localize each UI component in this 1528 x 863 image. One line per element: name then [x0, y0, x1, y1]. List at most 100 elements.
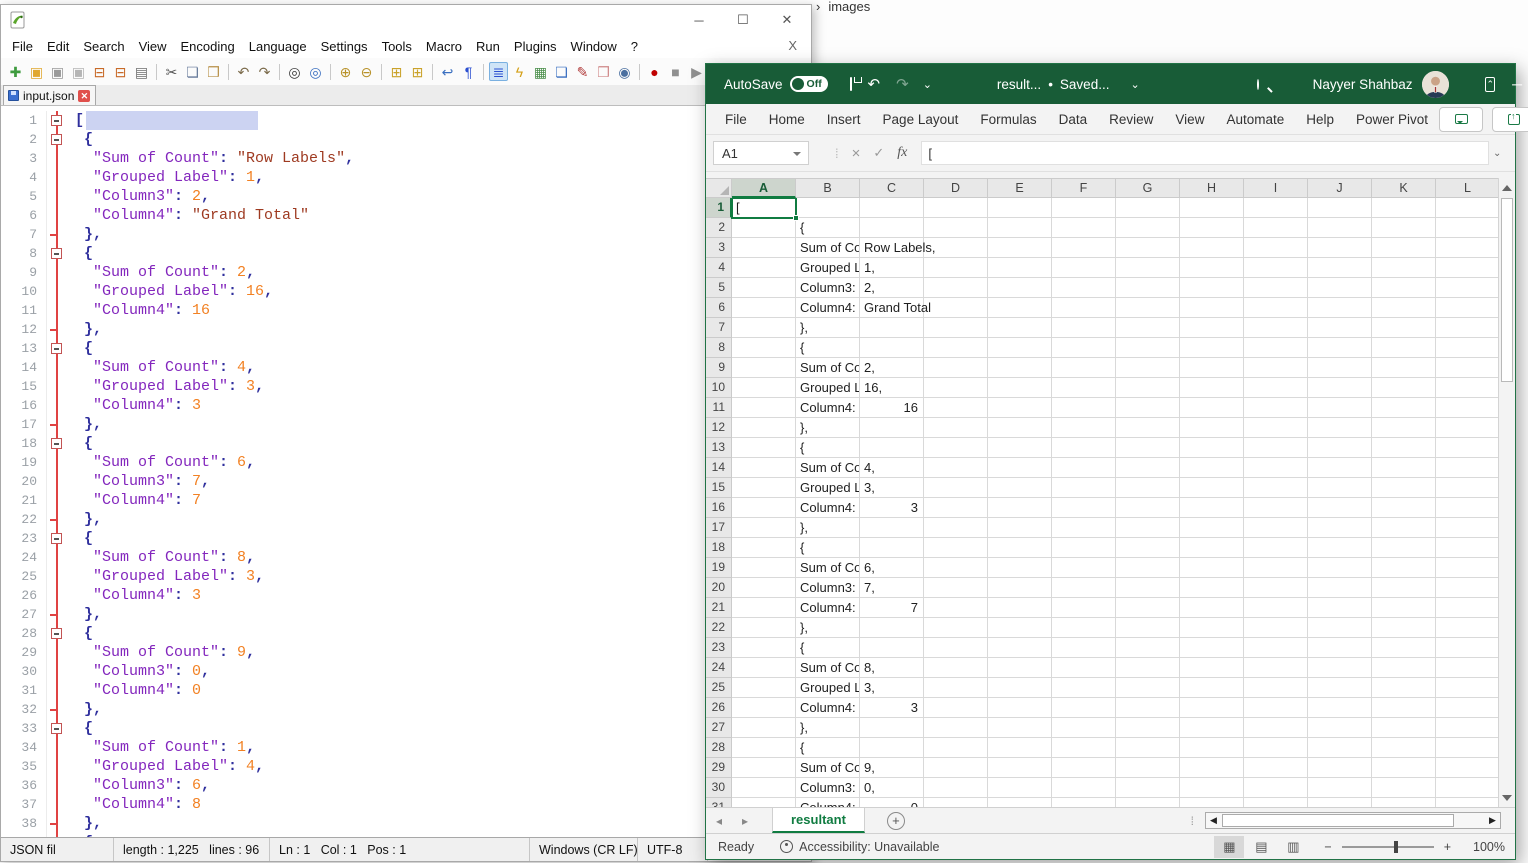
vertical-scrollbar[interactable] [1498, 178, 1514, 807]
cell-E15[interactable] [988, 478, 1052, 498]
cell-B15[interactable]: Grouped L [796, 478, 860, 498]
cell-H12[interactable] [1180, 418, 1244, 438]
cell-A26[interactable] [732, 698, 796, 718]
fold-collapse-icon[interactable] [51, 248, 62, 259]
cell-K8[interactable] [1372, 338, 1436, 358]
cell-K5[interactable] [1372, 278, 1436, 298]
cell-E1[interactable] [988, 198, 1052, 218]
cell-A15[interactable] [732, 478, 796, 498]
cell-L27[interactable] [1436, 718, 1500, 738]
cell-L7[interactable] [1436, 318, 1500, 338]
cell-A18[interactable] [732, 538, 796, 558]
row-header-7[interactable]: 7 [706, 318, 732, 338]
cell-E11[interactable] [988, 398, 1052, 418]
cell-A2[interactable] [732, 218, 796, 238]
cell-A14[interactable] [732, 458, 796, 478]
cut-icon[interactable]: ✂ [162, 62, 181, 81]
cell-I9[interactable] [1244, 358, 1308, 378]
cell-G21[interactable] [1116, 598, 1180, 618]
macro-play-icon[interactable]: ▶ [687, 62, 706, 81]
ribbon-tab-page-layout[interactable]: Page Layout [872, 107, 970, 132]
cell-G19[interactable] [1116, 558, 1180, 578]
cell-C29[interactable]: 9, [860, 758, 924, 778]
zoom-in-icon[interactable]: ⊕ [336, 62, 355, 81]
close-all-icon[interactable]: ⊟ [111, 62, 130, 81]
zoom-slider-thumb[interactable] [1394, 841, 1398, 853]
scroll-right-icon[interactable]: ▶ [1485, 815, 1500, 826]
column-header-I[interactable]: I [1244, 178, 1308, 198]
cell-C16[interactable]: 3 [860, 498, 924, 518]
cell-I8[interactable] [1244, 338, 1308, 358]
ribbon-tab-formulas[interactable]: Formulas [969, 107, 1047, 132]
cell-K31[interactable] [1372, 798, 1436, 807]
cell-L18[interactable] [1436, 538, 1500, 558]
zoom-level[interactable]: 100% [1465, 840, 1505, 854]
cell-B13[interactable]: { [796, 438, 860, 458]
fold-collapse-icon[interactable] [51, 115, 62, 126]
menu-item-window[interactable]: Window [564, 37, 624, 56]
cell-J13[interactable] [1308, 438, 1372, 458]
ribbon-tab-data[interactable]: Data [1048, 107, 1099, 132]
cell-I23[interactable] [1244, 638, 1308, 658]
cell-A23[interactable] [732, 638, 796, 658]
cell-C9[interactable]: 2, [860, 358, 924, 378]
cell-L20[interactable] [1436, 578, 1500, 598]
cell-B10[interactable]: Grouped L [796, 378, 860, 398]
column-header-L[interactable]: L [1436, 178, 1500, 198]
confirm-entry-icon[interactable]: ✓ [873, 145, 884, 161]
cell-L26[interactable] [1436, 698, 1500, 718]
cell-E13[interactable] [988, 438, 1052, 458]
cell-E29[interactable] [988, 758, 1052, 778]
cell-B31[interactable]: Column4: [796, 798, 860, 807]
cell-J26[interactable] [1308, 698, 1372, 718]
row-header-11[interactable]: 11 [706, 398, 732, 418]
fold-margin[interactable] [47, 719, 67, 738]
row-header-13[interactable]: 13 [706, 438, 732, 458]
cell-F24[interactable] [1052, 658, 1116, 678]
cell-C19[interactable]: 6, [860, 558, 924, 578]
menu-item-edit[interactable]: Edit [40, 37, 76, 56]
zoom-out-icon[interactable]: − [1324, 840, 1331, 854]
cell-D4[interactable] [924, 258, 988, 278]
scroll-left-icon[interactable]: ◀ [1206, 815, 1221, 826]
cell-K4[interactable] [1372, 258, 1436, 278]
row-header-8[interactable]: 8 [706, 338, 732, 358]
cell-G17[interactable] [1116, 518, 1180, 538]
cell-F19[interactable] [1052, 558, 1116, 578]
cell-H2[interactable] [1180, 218, 1244, 238]
cell-D9[interactable] [924, 358, 988, 378]
cell-F18[interactable] [1052, 538, 1116, 558]
search-icon[interactable] [1257, 79, 1259, 90]
new-sheet-button[interactable]: + [887, 812, 905, 830]
cell-F2[interactable] [1052, 218, 1116, 238]
cell-H25[interactable] [1180, 678, 1244, 698]
name-box[interactable]: A1 [713, 141, 809, 165]
cell-E30[interactable] [988, 778, 1052, 798]
cell-C15[interactable]: 3, [860, 478, 924, 498]
fold-margin[interactable] [47, 130, 67, 149]
cell-E18[interactable] [988, 538, 1052, 558]
cell-G16[interactable] [1116, 498, 1180, 518]
cell-J11[interactable] [1308, 398, 1372, 418]
cell-G1[interactable] [1116, 198, 1180, 218]
column-header-D[interactable]: D [924, 178, 988, 198]
row-header-19[interactable]: 19 [706, 558, 732, 578]
ribbon-display-options-icon[interactable]: ⌃ [1485, 77, 1495, 92]
cell-H9[interactable] [1180, 358, 1244, 378]
cell-G2[interactable] [1116, 218, 1180, 238]
cell-G20[interactable] [1116, 578, 1180, 598]
cell-L10[interactable] [1436, 378, 1500, 398]
cell-J7[interactable] [1308, 318, 1372, 338]
ribbon-tab-automate[interactable]: Automate [1215, 107, 1295, 132]
formula-input[interactable]: [ [921, 141, 1489, 165]
cell-I10[interactable] [1244, 378, 1308, 398]
cell-E10[interactable] [988, 378, 1052, 398]
cell-D27[interactable] [924, 718, 988, 738]
print-icon[interactable]: ▤ [132, 62, 151, 81]
cell-L1[interactable] [1436, 198, 1500, 218]
cell-G26[interactable] [1116, 698, 1180, 718]
np-close-button[interactable]: ✕ [765, 5, 809, 35]
cell-A25[interactable] [732, 678, 796, 698]
word-wrap-icon[interactable]: ↩ [438, 62, 457, 81]
cell-K6[interactable] [1372, 298, 1436, 318]
